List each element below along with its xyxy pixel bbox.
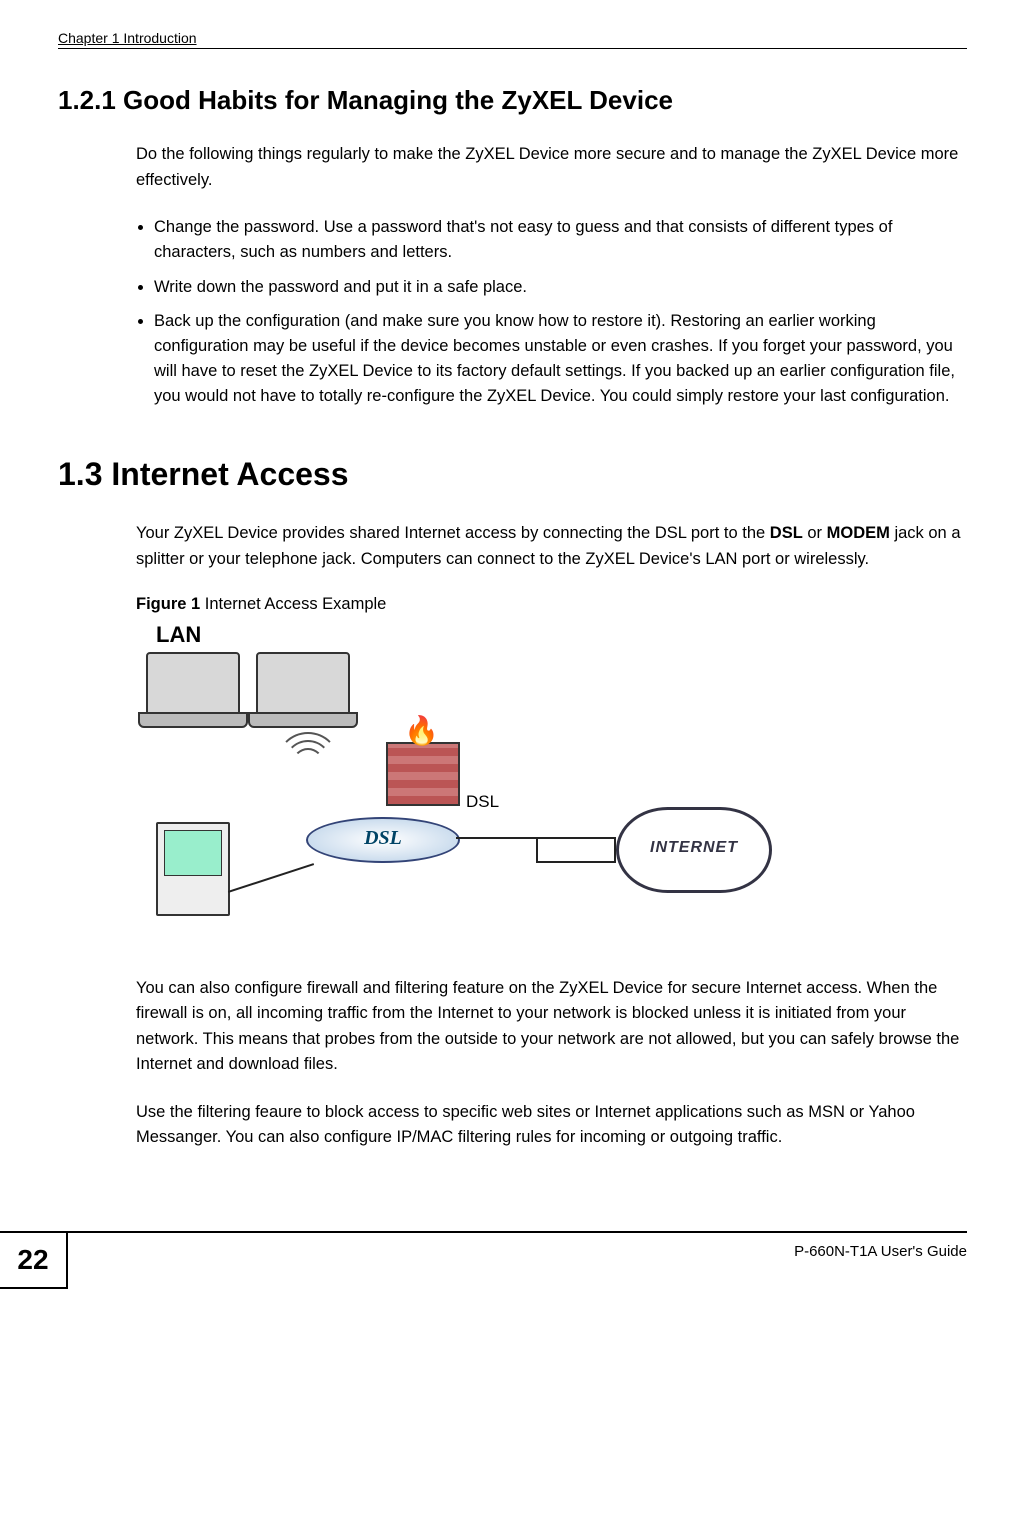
dsl-line-label: DSL bbox=[466, 792, 499, 812]
laptop-icon bbox=[146, 652, 240, 716]
guide-title: P-660N-T1A User's Guide bbox=[794, 1243, 967, 1260]
dsl-router-icon: DSL bbox=[306, 817, 460, 863]
para-13-3: Use the filtering feaure to block access… bbox=[136, 1100, 967, 1151]
figure-label-rest: Internet Access Example bbox=[200, 595, 386, 613]
desktop-icon bbox=[156, 822, 230, 916]
wire-line bbox=[228, 863, 314, 893]
figure-caption: Figure 1 Internet Access Example bbox=[136, 595, 967, 614]
heading-1-3: 1.3 Internet Access bbox=[58, 456, 967, 493]
running-header: Chapter 1 Introduction bbox=[58, 30, 967, 49]
bold-dsl: DSL bbox=[770, 524, 803, 542]
page-number: 22 bbox=[0, 1231, 68, 1289]
text-span: Your ZyXEL Device provides shared Intern… bbox=[136, 524, 770, 542]
wifi-icon bbox=[276, 732, 336, 792]
wire-line bbox=[536, 861, 616, 863]
laptop-icon bbox=[256, 652, 350, 716]
page-footer: 22 P-660N-T1A User's Guide bbox=[58, 1231, 967, 1293]
list-item: Back up the configuration (and make sure… bbox=[154, 309, 967, 408]
lan-label: LAN bbox=[156, 622, 201, 648]
list-item: Change the password. Use a password that… bbox=[154, 215, 967, 265]
habits-list: Change the password. Use a password that… bbox=[136, 215, 967, 408]
para-13-2: You can also configure firewall and filt… bbox=[136, 976, 967, 1078]
wire-line bbox=[536, 837, 538, 861]
intro-para-121: Do the following things regularly to mak… bbox=[136, 142, 967, 193]
list-item: Write down the password and put it in a … bbox=[154, 275, 967, 300]
internet-cloud-icon: INTERNET bbox=[616, 807, 772, 893]
text-span: or bbox=[803, 524, 827, 542]
firewall-icon bbox=[386, 742, 460, 806]
bold-modem: MODEM bbox=[827, 524, 890, 542]
figure-label-strong: Figure 1 bbox=[136, 595, 200, 613]
para-13-1: Your ZyXEL Device provides shared Intern… bbox=[136, 521, 967, 572]
heading-1-2-1: 1.2.1 Good Habits for Managing the ZyXEL… bbox=[58, 85, 967, 116]
figure-1-diagram: LAN DSL DSL INTERNET bbox=[136, 622, 776, 952]
